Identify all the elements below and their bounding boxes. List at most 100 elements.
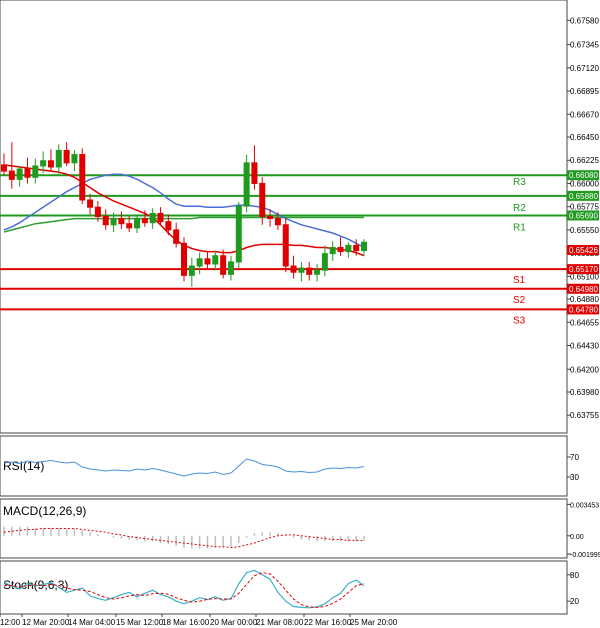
candle-bear <box>24 168 31 178</box>
candle-bear <box>306 267 313 275</box>
candle-bear <box>141 218 148 224</box>
level-tag-value: 0.64780 <box>569 305 598 314</box>
candle-bull <box>55 149 62 168</box>
candle-bull <box>212 255 219 265</box>
time-tick-label: 25 Mar 20:00 <box>350 618 398 627</box>
candle-bear <box>63 149 70 164</box>
candle-bear <box>126 223 133 229</box>
level-tag-value: 0.66080 <box>569 171 598 180</box>
rsi-title: RSI(14) <box>3 459 44 473</box>
level-label-R3: R3 <box>513 177 526 188</box>
candle-bear <box>87 199 94 208</box>
time-tick-label: 12 Mar 20:00 <box>22 618 70 627</box>
candle-bear <box>220 255 227 275</box>
candle-bear <box>8 170 15 180</box>
candle-bear <box>274 218 281 226</box>
candle-bull <box>329 246 336 255</box>
price-tick-label: 0.67345 <box>570 41 599 50</box>
candle-bull <box>71 154 78 164</box>
candle-bear <box>259 182 266 217</box>
price-pane: R3 R2 R1 S1 S2 S3 0.67580 0.67345 0.67120 0.6689… <box>0 0 599 434</box>
price-tick-label: 0.65550 <box>570 226 599 235</box>
rsi-pane-frame <box>0 435 568 497</box>
time-tick-label: 22 Mar 16:00 <box>304 618 352 627</box>
candle-bull <box>149 212 156 224</box>
level-label-R1: R1 <box>513 222 526 233</box>
current-price-label: 0.65426 <box>569 246 598 255</box>
price-tick-label: 0.64655 <box>570 318 599 327</box>
macd-tick-label: 0.00 <box>570 534 584 541</box>
candle-bear <box>290 265 297 273</box>
price-tick-label: 0.67580 <box>570 16 599 25</box>
level-tag-value: 0.65690 <box>569 211 598 220</box>
candle-bull <box>243 162 250 207</box>
price-tick-label: 0.66000 <box>570 179 599 188</box>
candle-bull <box>227 261 234 275</box>
candle-bull <box>321 253 328 271</box>
stoch-tick-label: 20 <box>570 597 579 606</box>
candle-bull <box>110 218 117 226</box>
macd-pane: MACD(12,26,9) 0.003453 0.00 -0.001999 <box>0 498 600 559</box>
stoch-axis: 80 20 <box>567 571 579 606</box>
price-tick-label: 0.63755 <box>570 411 599 420</box>
macd-title: MACD(12,26,9) <box>3 504 86 518</box>
candle-bear <box>1 164 7 172</box>
candle-bear <box>181 242 187 276</box>
price-tick-label: 0.64200 <box>570 365 599 374</box>
candle-bull <box>16 168 23 180</box>
price-tick-label: 0.66895 <box>570 87 599 96</box>
candle-bull <box>196 258 203 267</box>
price-pane-frame <box>0 0 568 434</box>
candle-bear <box>102 216 109 226</box>
candle-bear <box>251 162 258 184</box>
rsi-pane: RSI(14) 70 30 <box>0 435 579 497</box>
time-tick-label: 18 Mar 16:00 <box>162 618 210 627</box>
candle-bull <box>298 267 305 273</box>
candle-bear <box>173 229 180 244</box>
rsi-tick-label: 70 <box>570 453 579 462</box>
level-tags: 0.66080 0.65880 0.65690 0.65170 0.64980 0.647… <box>567 170 599 315</box>
stoch-tick-label: 80 <box>570 571 579 580</box>
candle-bear <box>353 244 360 252</box>
time-tick-label: 12:00 <box>0 618 21 627</box>
price-tick-label: 0.66225 <box>570 156 599 165</box>
price-tick-label: 0.67120 <box>570 64 599 73</box>
candle-bear <box>47 160 54 168</box>
candle-bear <box>157 212 164 223</box>
price-tick-label: 0.66450 <box>570 133 599 142</box>
price-tick-label: 0.65775 <box>570 203 599 212</box>
price-tick-label: 0.63980 <box>570 388 599 397</box>
candle-bull <box>32 165 39 178</box>
level-label-S1: S1 <box>513 275 526 286</box>
current-price-tag: 0.65426 <box>567 245 599 255</box>
macd-axis: 0.003453 0.00 -0.001999 <box>567 502 600 559</box>
macd-tick-label: -0.001999 <box>570 552 600 559</box>
candle-bear <box>282 224 289 267</box>
rsi-tick-label: 30 <box>570 473 579 482</box>
candle-bear <box>267 216 274 220</box>
level-tag-value: 0.64980 <box>569 285 598 294</box>
candle-bull <box>188 265 195 276</box>
price-tick-label: 0.66670 <box>570 110 599 119</box>
stoch-pane: Stoch(9,6,3) 8020 <box>0 560 579 615</box>
candle-bull <box>40 160 47 167</box>
time-tick-label: 15 Mar 12:00 <box>116 618 164 627</box>
candle-bull <box>134 218 141 229</box>
time-tick-label: 21 Mar 08:00 <box>256 618 304 627</box>
candle-bear <box>165 221 172 231</box>
level-label-S3: S3 <box>513 315 526 326</box>
candle-bear <box>204 258 211 265</box>
macd-tick-label: 0.003453 <box>570 502 599 509</box>
level-tag-value: 0.65170 <box>569 265 598 274</box>
candle-bull <box>345 244 352 253</box>
time-tick-label: 14 Mar 04:00 <box>68 618 116 627</box>
time-tick-label: 20 Mar 00:00 <box>210 618 258 627</box>
candle-bull <box>235 205 242 263</box>
time-axis: 12:00 12 Mar 20:0014 Mar 04:00 15 Mar 12:0… <box>0 614 398 627</box>
level-label-R2: R2 <box>513 203 526 214</box>
price-tick-label: 0.64430 <box>570 342 599 351</box>
candle-bear <box>337 246 344 253</box>
level-label-S2: S2 <box>513 295 526 306</box>
candle-bear <box>118 218 125 225</box>
candle-bear <box>94 206 101 218</box>
